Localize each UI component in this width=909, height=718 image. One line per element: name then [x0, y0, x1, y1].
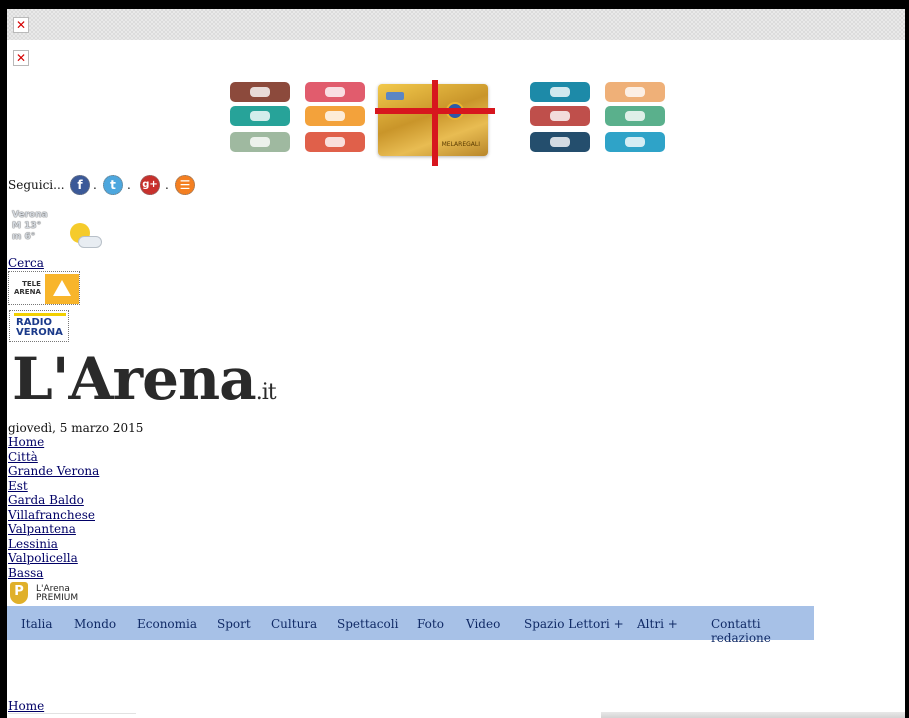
nav-link-home[interactable]: Home — [8, 435, 99, 450]
arrow-up-icon — [53, 280, 71, 296]
googleplus-icon[interactable]: g+ — [140, 175, 160, 195]
nav-link-garda-baldo[interactable]: Garda Baldo — [8, 493, 99, 508]
premium-link[interactable]: P L'Arena PREMIUM — [10, 582, 100, 606]
search-link[interactable]: Cerca — [8, 256, 44, 270]
gift-tile-icon — [305, 106, 365, 126]
menu-item-sport[interactable]: Sport — [217, 617, 251, 631]
gift-tile-icon — [605, 106, 665, 126]
weather-widget[interactable]: Verona M 13° m 6° — [12, 210, 60, 250]
social-separator: . — [165, 178, 169, 192]
window-frame-left — [0, 0, 7, 718]
ribbon-horizontal — [375, 108, 495, 114]
card-chip-icon — [386, 92, 404, 100]
window-frame-top — [0, 0, 909, 9]
facebook-icon[interactable]: f — [70, 175, 90, 195]
menu-item-mondo[interactable]: Mondo — [74, 617, 116, 631]
top-banner-placeholder — [7, 9, 905, 40]
menu-item-contatti-redazione[interactable]: Contatti redazione — [711, 617, 814, 645]
nav-link-lessinia[interactable]: Lessinia — [8, 537, 99, 552]
ribbon-vertical — [432, 80, 438, 166]
telearena-logo[interactable]: TELE ARENA — [8, 271, 80, 305]
menu-item-spettacoli[interactable]: Spettacoli — [337, 617, 398, 631]
promo-banner[interactable]: MELAREGALI — [230, 80, 665, 166]
weather-max: M 13° — [12, 221, 42, 231]
radioverona-text: RADIO VERONA — [16, 318, 63, 338]
menu-item-cultura[interactable]: Cultura — [271, 617, 317, 631]
nav-link-est[interactable]: Est — [8, 479, 99, 494]
gift-tile-icon — [230, 82, 290, 102]
telearena-text: TELE ARENA — [14, 280, 41, 296]
local-nav: Home Città Grande Verona Est Garda Baldo… — [8, 435, 99, 580]
follow-label: Seguici... — [8, 178, 65, 192]
menu-item-italia[interactable]: Italia — [21, 617, 53, 631]
menu-item-spazio-lettori[interactable]: Spazio Lettori + — [524, 617, 624, 631]
radioverona-stripe — [14, 313, 66, 316]
gift-tile-icon — [305, 82, 365, 102]
site-logo[interactable]: L'Arena.it — [12, 345, 277, 424]
premium-shield-icon: P — [10, 582, 28, 604]
cloud-icon — [78, 236, 102, 248]
weather-min: m 6° — [12, 232, 36, 242]
content-placeholder — [601, 712, 905, 718]
telearena-line2: ARENA — [14, 288, 41, 296]
main-menu: Italia Mondo Economia Sport Cultura Spet… — [7, 606, 814, 645]
gift-tile-icon — [230, 132, 290, 152]
social-separator: . — [127, 178, 131, 192]
twitter-icon[interactable]: t — [103, 175, 123, 195]
menu-item-economia[interactable]: Economia — [137, 617, 197, 631]
nav-link-citta[interactable]: Città — [8, 450, 99, 465]
nav-link-valpolicella[interactable]: Valpolicella — [8, 551, 99, 566]
social-separator: . — [93, 178, 97, 192]
gift-tile-icon — [530, 82, 590, 102]
nav-link-grande-verona[interactable]: Grande Verona — [8, 464, 99, 479]
weather-city: Verona — [12, 210, 48, 220]
premium-text: L'Arena PREMIUM — [36, 585, 78, 603]
site-logo-suffix: .it — [255, 380, 277, 405]
radioverona-logo[interactable]: RADIO VERONA — [9, 310, 69, 342]
gift-tile-icon — [605, 82, 665, 102]
window-frame-right — [905, 0, 909, 718]
broken-image-icon: ✕ — [13, 17, 29, 33]
menu-item-altri[interactable]: Altri + — [637, 617, 678, 631]
nav-link-valpantena[interactable]: Valpantena — [8, 522, 99, 537]
gift-tile-icon — [530, 132, 590, 152]
menu-item-foto[interactable]: Foto — [417, 617, 444, 631]
gift-tile-icon — [305, 132, 365, 152]
site-logo-name: L'Arena — [12, 345, 257, 413]
premium-line2: PREMIUM — [36, 593, 79, 603]
gift-tile-icon — [530, 106, 590, 126]
gift-tile-icon — [605, 132, 665, 152]
current-date: giovedì, 5 marzo 2015 — [8, 421, 144, 435]
menu-item-video[interactable]: Video — [466, 617, 500, 631]
broken-image-icon: ✕ — [13, 50, 29, 66]
divider — [8, 713, 136, 714]
breadcrumb-home-link[interactable]: Home — [8, 699, 44, 713]
radioverona-line2: VERONA — [16, 327, 63, 338]
telearena-line1: TELE — [22, 280, 41, 288]
rss-icon[interactable]: ☰ — [175, 175, 195, 195]
nav-link-villafranchese[interactable]: Villafranchese — [8, 508, 99, 523]
nav-link-bassa[interactable]: Bassa — [8, 566, 99, 581]
gift-tile-icon — [230, 106, 290, 126]
card-label: MELAREGALI — [441, 141, 480, 148]
